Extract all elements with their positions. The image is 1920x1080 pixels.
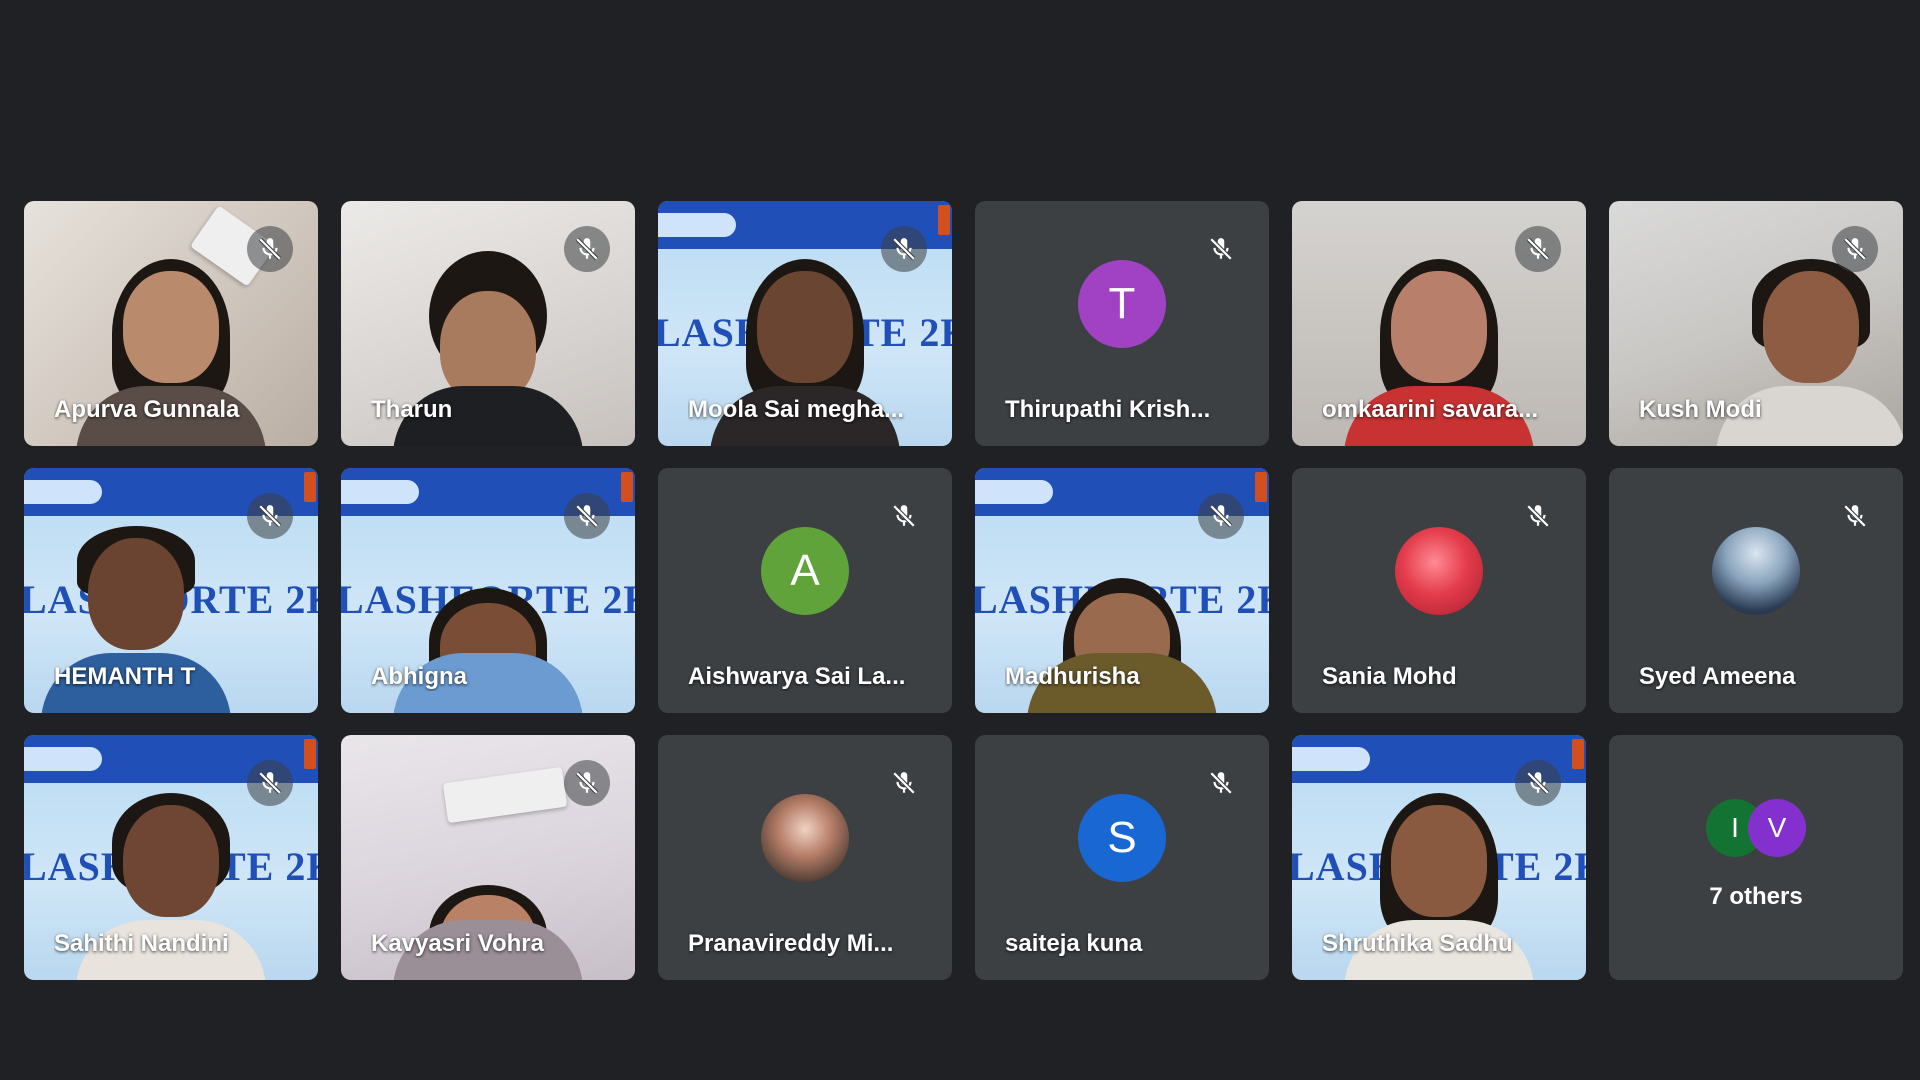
participant-tile[interactable]: Kush Modi (1609, 201, 1903, 446)
mic-off-icon[interactable] (564, 760, 610, 806)
participant-tile[interactable]: Sania Mohd (1292, 468, 1586, 713)
mic-off-icon[interactable] (1515, 760, 1561, 806)
profile-photo-avatar (761, 793, 849, 882)
mic-off-icon[interactable] (247, 760, 293, 806)
others-count-label: 7 others (1709, 883, 1803, 910)
profile-photo-avatar (1712, 526, 1800, 615)
participant-avatar: A (761, 526, 849, 615)
participant-name: Syed Ameena (1639, 663, 1796, 690)
participant-tile[interactable]: Syed Ameena (1609, 468, 1903, 713)
mic-off-icon[interactable] (564, 493, 610, 539)
participant-name: Kavyasri Vohra (371, 930, 544, 957)
participant-tile[interactable]: A Aishwarya Sai La... (658, 468, 952, 713)
others-avatars: I V (1706, 799, 1806, 859)
mic-off-icon[interactable] (247, 226, 293, 272)
participant-name: omkaarini savara... (1322, 396, 1539, 423)
mic-off-icon[interactable] (881, 226, 927, 272)
participant-tile[interactable]: Pranavireddy Mi... (658, 735, 952, 980)
mic-off-icon[interactable] (1198, 226, 1244, 272)
participant-name: Pranavireddy Mi... (688, 930, 894, 957)
mic-off-icon[interactable] (1515, 226, 1561, 272)
participant-name: Moola Sai megha... (688, 396, 905, 423)
participant-tile[interactable]: omkaarini savara... (1292, 201, 1586, 446)
participant-name: Apurva Gunnala (54, 396, 240, 423)
mic-off-icon[interactable] (1198, 760, 1244, 806)
mic-off-icon[interactable] (1832, 493, 1878, 539)
participant-name: Aishwarya Sai La... (688, 663, 906, 690)
participant-name: Thirupathi Krish... (1005, 396, 1211, 423)
mic-off-icon[interactable] (881, 760, 927, 806)
participant-grid: Apurva Gunnala Tharun LASHFORTE 2K Moola… (24, 201, 1903, 980)
participant-tile[interactable]: LASHFORTE 2K Moola Sai megha... (658, 201, 952, 446)
participant-tile[interactable]: LASHFORTE 2K Abhigna (341, 468, 635, 713)
participant-tile[interactable]: LASHFORTE 2K Madhurisha (975, 468, 1269, 713)
participant-name: Sania Mohd (1322, 663, 1457, 690)
mic-off-icon[interactable] (1515, 493, 1561, 539)
participant-tile[interactable]: T Thirupathi Krish... (975, 201, 1269, 446)
participant-name: Shruthika Sadhu (1322, 930, 1513, 957)
participant-tile[interactable]: LASHFORTE 2K HEMANTH T (24, 468, 318, 713)
other-avatar: V (1748, 799, 1806, 857)
mic-off-icon[interactable] (881, 493, 927, 539)
participant-tile[interactable]: LASHFORTE 2K Shruthika Sadhu (1292, 735, 1586, 980)
others-tile[interactable]: I V 7 others (1609, 735, 1903, 980)
participant-tile[interactable]: Apurva Gunnala (24, 201, 318, 446)
mic-off-icon[interactable] (247, 493, 293, 539)
participant-name: HEMANTH T (54, 663, 196, 690)
participant-name: Tharun (371, 396, 453, 423)
participant-name: Sahithi Nandini (54, 930, 229, 957)
participant-tile[interactable]: S saiteja kuna (975, 735, 1269, 980)
participant-avatar: S (1078, 793, 1166, 882)
participant-tile[interactable]: LASHFORTE 2K Sahithi Nandini (24, 735, 318, 980)
participant-name: saiteja kuna (1005, 930, 1143, 957)
mic-off-icon[interactable] (1198, 493, 1244, 539)
mic-off-icon[interactable] (1832, 226, 1878, 272)
participant-name: Madhurisha (1005, 663, 1140, 690)
participant-avatar: T (1078, 259, 1166, 348)
participant-tile[interactable]: Tharun (341, 201, 635, 446)
participant-name: Kush Modi (1639, 396, 1762, 423)
participant-tile[interactable]: Kavyasri Vohra (341, 735, 635, 980)
mic-off-icon[interactable] (564, 226, 610, 272)
participant-name: Abhigna (371, 663, 467, 690)
profile-photo-avatar (1395, 526, 1483, 615)
